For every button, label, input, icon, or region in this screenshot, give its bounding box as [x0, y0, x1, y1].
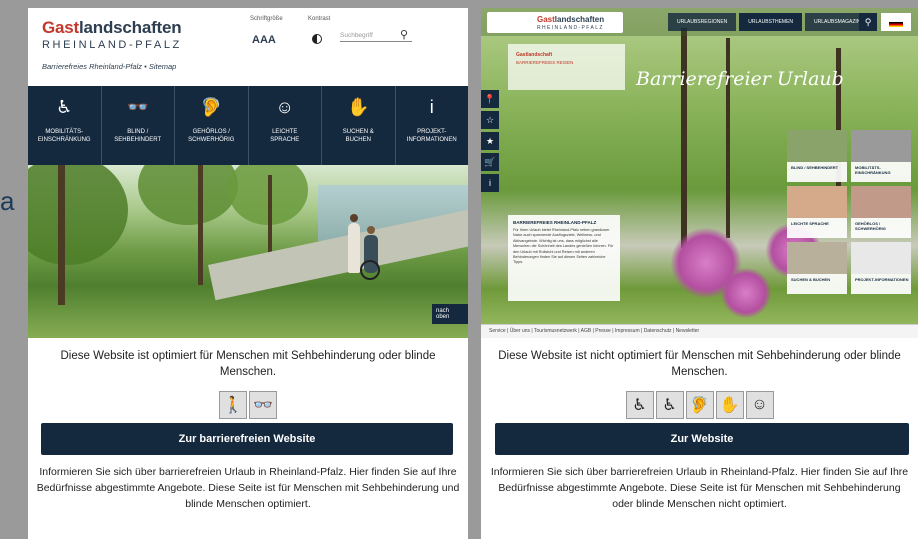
- brand-red-part: Gast: [42, 18, 79, 37]
- brand-red-part: Gast: [537, 15, 555, 24]
- font-size-control[interactable]: AAA: [252, 34, 276, 46]
- nav-item-label: PROJEKT- INFORMATIONEN: [406, 129, 457, 143]
- location-pin-icon[interactable]: 📍: [481, 90, 499, 108]
- contrast-icon[interactable]: [312, 34, 322, 44]
- preview-header: Gastlandschaften RHEINLAND-PFALZ Barrier…: [28, 8, 468, 86]
- accessible-website-card: Gastlandschaften RHEINLAND-PFALZ Barrier…: [28, 8, 468, 539]
- tile-label: BLIND / SEHBEHINDERT: [791, 165, 839, 170]
- brand-dark-part: landschaften: [79, 18, 182, 37]
- brand-logo: Gastlandschaften RHEINLAND-PFALZ: [487, 12, 623, 33]
- standard-website-card: Gastlandschaften RHEINLAND-PFALZ URLAUBS…: [481, 8, 918, 539]
- accessible-website-info: Informieren Sie sich über barrierefreien…: [36, 466, 460, 510]
- nav-item-label: SUCHEN & BUCHEN: [342, 129, 374, 143]
- search-book-icon: ✋: [347, 97, 370, 117]
- standard-website-preview[interactable]: Gastlandschaften RHEINLAND-PFALZ URLAUBS…: [481, 8, 918, 338]
- nav-item-4[interactable]: ✋ SUCHEN & BUCHEN: [322, 86, 396, 165]
- accessible-website-button[interactable]: Zur barrierefreien Website: [41, 423, 453, 455]
- back-to-top-button[interactable]: nach oben: [432, 304, 468, 324]
- category-tile-1[interactable]: MOBILITÄTS-EINSCHRÄNKUNG: [851, 130, 911, 182]
- panel-title: Gastlandschaft: [516, 52, 553, 58]
- nav-item-label: MOBILITÄTS- EINSCHRÄNKUNG: [37, 129, 91, 143]
- category-tile-3[interactable]: GEHÖRLOS / SCHWERHÖRIG: [851, 186, 911, 238]
- category-tile-4[interactable]: SUCHEN & BUCHEN: [787, 242, 847, 294]
- brand-logo: Gastlandschaften: [42, 18, 182, 38]
- brand-panel: Gastlandschaft BARRIEREFREIES REISEN: [508, 44, 625, 90]
- tile-photo: [851, 186, 911, 218]
- standard-website-info: Informieren Sie sich über barrierefreien…: [490, 466, 909, 510]
- category-tile-2[interactable]: LEICHTE SPRACHE: [787, 186, 847, 238]
- category-nav: ♿ MOBILITÄTS- EINSCHRÄNKUNG 👓 BLIND / SEHBEHI…: [28, 86, 468, 165]
- wheelchair-icon: ♿: [655, 391, 684, 419]
- easy-reading-icon: ☺: [745, 391, 774, 419]
- tile-photo: [787, 242, 847, 274]
- nav-item-label: GEHÖRLOS / SCHWERHÖRIG: [188, 129, 235, 143]
- nav-item-0[interactable]: ♿ MOBILITÄTS- EINSCHRÄNKUNG: [28, 86, 102, 165]
- panel-subtitle: BARRIEREFREIES REISEN: [516, 60, 574, 65]
- tab-urlaubsregionen[interactable]: URLAUBSREGIONEN: [668, 13, 737, 31]
- tile-label: LEICHTE SPRACHE: [791, 221, 829, 226]
- tile-photo: [851, 242, 911, 274]
- preview-header: Gastlandschaften RHEINLAND-PFALZ URLAUBS…: [481, 8, 918, 36]
- star-icon[interactable]: ★: [481, 132, 499, 150]
- mobility-icon: ♿: [625, 391, 654, 419]
- category-tiles: BLIND / SEHBEHINDERT MOBILITÄTS-EINSCHRÄN…: [787, 130, 911, 294]
- accessibility-icons: ♿ ♿ 🦻 ✋ ☺: [481, 391, 918, 419]
- nav-item-label: BLIND / SEHBEHINDERT: [114, 129, 162, 143]
- font-size-label: Schriftgröße: [250, 16, 283, 22]
- quick-sidebar: 📍 ☆ ★ 🛒 i: [481, 90, 499, 195]
- tile-label: SUCHEN & BUCHEN: [791, 277, 831, 282]
- top-tabs: URLAUBSREGIONEN URLAUBSTHEMEN URLAUBSMAG…: [668, 13, 870, 31]
- accessibility-icons: 🚶 👓: [28, 391, 468, 419]
- tile-photo: [787, 186, 847, 218]
- nav-item-1[interactable]: 👓 BLIND / SEHBEHINDERT: [102, 86, 175, 165]
- contrast-label: Kontrast: [308, 16, 331, 22]
- cart-icon[interactable]: 🛒: [481, 153, 499, 171]
- category-tile-0[interactable]: BLIND / SEHBEHINDERT: [787, 130, 847, 182]
- mobility-icon: ♿: [56, 97, 73, 117]
- footer-bar: Service | Über uns | Tourismusnetzwerk |…: [481, 324, 918, 338]
- tile-label: PROJEKT-INFORMATIONEN: [855, 277, 909, 282]
- easy-language-icon: ☺: [275, 97, 294, 117]
- walking-cane-icon: 🚶: [219, 391, 247, 419]
- tile-label: MOBILITÄTS-EINSCHRÄNKUNG: [855, 165, 891, 175]
- bookmark-icon[interactable]: ☆: [481, 111, 499, 129]
- hero-title: Barrierefreier Urlaub: [636, 68, 844, 90]
- hero-photo: nach oben: [28, 165, 468, 338]
- ear-icon: 🦻: [685, 391, 714, 419]
- nav-item-5[interactable]: i PROJEKT- INFORMATIONEN: [396, 86, 469, 165]
- stray-character: a: [0, 186, 15, 216]
- nav-item-2[interactable]: 🦻 GEHÖRLOS / SCHWERHÖRIG: [175, 86, 249, 165]
- footer-links[interactable]: Service | Über uns | Tourismusnetzwerk |…: [489, 328, 699, 334]
- glasses-icon: 👓: [249, 391, 277, 419]
- tab-urlaubsthemen[interactable]: URLAUBSTHEMEN: [739, 13, 803, 31]
- blind-icon: 👓: [126, 97, 149, 117]
- intro-title: BARRIEREFREIES RHEINLAND-PFALZ: [513, 220, 597, 225]
- tile-photo: [851, 130, 911, 162]
- category-tile-5[interactable]: PROJEKT-INFORMATIONEN: [851, 242, 911, 294]
- nav-item-3[interactable]: ☺ LEICHTE SPRACHE: [249, 86, 322, 165]
- tile-label: GEHÖRLOS / SCHWERHÖRIG: [855, 221, 886, 231]
- breadcrumb[interactable]: Barrierefreies Rheinland-Pfalz • Sitemap: [42, 62, 176, 71]
- brand-region: RHEINLAND-PFALZ: [42, 39, 182, 51]
- accessible-website-preview[interactable]: Gastlandschaften RHEINLAND-PFALZ Barrier…: [28, 8, 468, 338]
- deaf-icon: 🦻: [200, 97, 223, 117]
- language-flag-icon[interactable]: [881, 13, 911, 31]
- brand-dark-part: landschaften: [554, 15, 605, 24]
- intro-box: BARRIEREFREIES RHEINLAND-PFALZ Für Ihren…: [508, 215, 620, 301]
- info-icon[interactable]: i: [481, 174, 499, 192]
- info-icon: i: [429, 97, 434, 117]
- search-icon[interactable]: ⚲: [400, 28, 408, 41]
- optimization-notice: Diese Website ist optimiert für Menschen…: [60, 350, 436, 378]
- tile-photo: [787, 130, 847, 162]
- standard-website-button[interactable]: Zur Website: [495, 423, 909, 455]
- brand-region: RHEINLAND-PFALZ: [537, 25, 604, 31]
- nav-item-label: LEICHTE SPRACHE: [270, 129, 300, 143]
- intro-body: Für Ihren Urlaub bietet Rheinland-Pfalz …: [513, 228, 614, 265]
- search-icon[interactable]: ⚲: [859, 13, 877, 31]
- sign-language-icon: ✋: [715, 391, 744, 419]
- optimization-notice: Diese Website ist nicht optimiert für Me…: [498, 350, 901, 378]
